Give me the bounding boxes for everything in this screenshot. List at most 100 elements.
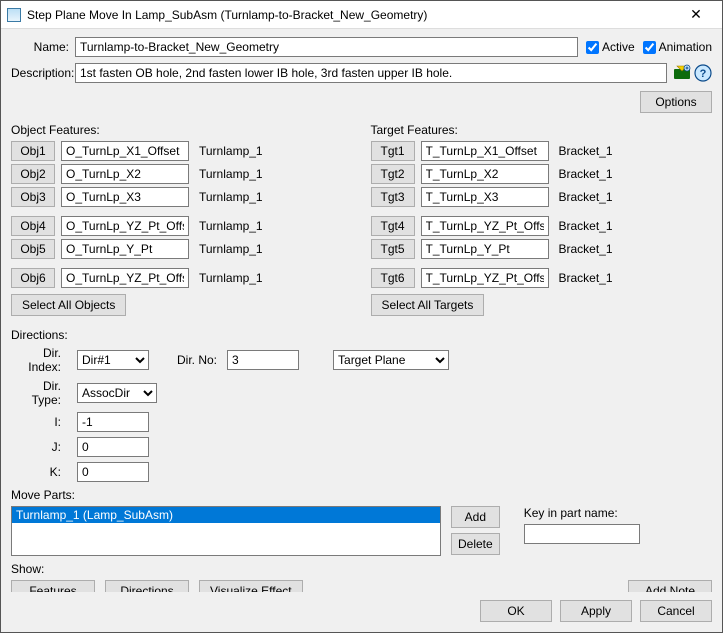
obj2-input[interactable] [61, 164, 189, 184]
dir-row-i: I: [11, 412, 712, 432]
name-input[interactable] [75, 37, 578, 57]
obj-row-3: Obj3 Turnlamp_1 [11, 187, 353, 207]
i-input[interactable] [77, 412, 149, 432]
j-input[interactable] [77, 437, 149, 457]
directions-button[interactable]: Directions [105, 580, 189, 592]
obj-row-5: Obj5 Turnlamp_1 [11, 239, 353, 259]
obj4-button[interactable]: Obj4 [11, 216, 55, 236]
list-item[interactable]: Turnlamp_1 (Lamp_SubAsm) [12, 507, 440, 523]
tgt3-extra: Bracket_1 [555, 190, 613, 204]
tgt-row-5: Tgt5 Bracket_1 [371, 239, 713, 259]
svg-text:?: ? [700, 68, 707, 80]
show-row-1: Features Directions Visualize Effect Add… [11, 580, 712, 592]
obj3-button[interactable]: Obj3 [11, 187, 55, 207]
active-checkbox[interactable]: Active [586, 40, 635, 54]
select-all-targets-button[interactable]: Select All Targets [371, 294, 485, 316]
tgt4-extra: Bracket_1 [555, 219, 613, 233]
key-in-input[interactable] [524, 524, 640, 544]
visualize-effect-button[interactable]: Visualize Effect [199, 580, 303, 592]
tgt-row-4: Tgt4 Bracket_1 [371, 216, 713, 236]
tgt6-input[interactable] [421, 268, 549, 288]
description-label: Description: [11, 66, 75, 80]
move-parts-label: Move Parts: [11, 488, 712, 502]
obj6-extra: Turnlamp_1 [195, 271, 263, 285]
help-icon[interactable]: ? [694, 64, 712, 82]
tgt4-button[interactable]: Tgt4 [371, 216, 415, 236]
cancel-button[interactable]: Cancel [640, 600, 712, 622]
description-input[interactable] [75, 63, 667, 83]
object-features-label: Object Features: [11, 123, 353, 137]
obj2-button[interactable]: Obj2 [11, 164, 55, 184]
obj6-button[interactable]: Obj6 [11, 268, 55, 288]
active-checkbox-box[interactable] [586, 41, 599, 54]
target-features-col: Target Features: Tgt1 Bracket_1 Tgt2 Bra… [371, 119, 713, 320]
move-parts-listbox[interactable]: Turnlamp_1 (Lamp_SubAsm) [11, 506, 441, 556]
tgt3-input[interactable] [421, 187, 549, 207]
dir-type-label: Dir. Type: [11, 379, 67, 407]
obj2-extra: Turnlamp_1 [195, 167, 263, 181]
key-in-label: Key in part name: [524, 506, 640, 520]
name-row: Name: Active Animation [11, 37, 712, 57]
j-label: J: [11, 440, 67, 454]
dir-index-select[interactable]: Dir#1 [77, 350, 149, 370]
obj4-extra: Turnlamp_1 [195, 219, 263, 233]
obj-row-4: Obj4 Turnlamp_1 [11, 216, 353, 236]
tgt1-extra: Bracket_1 [555, 144, 613, 158]
close-icon: ✕ [690, 6, 702, 23]
animation-checkbox-box[interactable] [643, 41, 656, 54]
obj6-input[interactable] [61, 268, 189, 288]
target-plane-select[interactable]: Target Plane [333, 350, 449, 370]
delete-button[interactable]: Delete [451, 533, 500, 555]
ok-button[interactable]: OK [480, 600, 552, 622]
tgt2-button[interactable]: Tgt2 [371, 164, 415, 184]
dir-type-select[interactable]: AssocDir [77, 383, 157, 403]
obj3-input[interactable] [61, 187, 189, 207]
obj5-input[interactable] [61, 239, 189, 259]
target-features-label: Target Features: [371, 123, 713, 137]
tgt2-extra: Bracket_1 [555, 167, 613, 181]
k-label: K: [11, 465, 67, 479]
dialog-window: Step Plane Move In Lamp_SubAsm (Turnlamp… [0, 0, 723, 633]
options-button[interactable]: Options [640, 91, 712, 113]
directions-label: Directions: [11, 328, 712, 342]
obj1-input[interactable] [61, 141, 189, 161]
move-parts-buttons: Add Delete [451, 506, 500, 556]
add-note-button[interactable]: Add Note [628, 580, 712, 592]
object-features-col: Object Features: Obj1 Turnlamp_1 Obj2 Tu… [11, 119, 353, 320]
obj1-button[interactable]: Obj1 [11, 141, 55, 161]
dir-no-input[interactable] [227, 350, 299, 370]
obj-row-6: Obj6 Turnlamp_1 [11, 268, 353, 288]
tgt1-input[interactable] [421, 141, 549, 161]
tgt6-extra: Bracket_1 [555, 271, 613, 285]
tgt4-input[interactable] [421, 216, 549, 236]
tgt1-button[interactable]: Tgt1 [371, 141, 415, 161]
obj1-extra: Turnlamp_1 [195, 144, 263, 158]
apply-button[interactable]: Apply [560, 600, 632, 622]
k-input[interactable] [77, 462, 149, 482]
active-label: Active [602, 40, 635, 54]
obj5-button[interactable]: Obj5 [11, 239, 55, 259]
tgt5-input[interactable] [421, 239, 549, 259]
dir-row-j: J: [11, 437, 712, 457]
dialog-content: Name: Active Animation Description: [1, 29, 722, 592]
tgt-row-2: Tgt2 Bracket_1 [371, 164, 713, 184]
move-parts-row: Turnlamp_1 (Lamp_SubAsm) Add Delete Key … [11, 506, 712, 556]
features-button[interactable]: Features [11, 580, 95, 592]
window-title: Step Plane Move In Lamp_SubAsm (Turnlamp… [27, 8, 674, 22]
tgt2-input[interactable] [421, 164, 549, 184]
select-all-objects-button[interactable]: Select All Objects [11, 294, 126, 316]
tgt5-button[interactable]: Tgt5 [371, 239, 415, 259]
tip-icon[interactable] [673, 64, 691, 82]
i-label: I: [11, 415, 67, 429]
close-button[interactable]: ✕ [674, 1, 718, 28]
obj5-extra: Turnlamp_1 [195, 242, 263, 256]
tgt3-button[interactable]: Tgt3 [371, 187, 415, 207]
app-icon [7, 8, 21, 22]
titlebar: Step Plane Move In Lamp_SubAsm (Turnlamp… [1, 1, 722, 29]
directions-section: Directions: Dir. Index: Dir#1 Dir. No: T… [11, 328, 712, 482]
obj4-input[interactable] [61, 216, 189, 236]
name-label: Name: [11, 40, 75, 54]
animation-checkbox[interactable]: Animation [643, 40, 712, 54]
tgt6-button[interactable]: Tgt6 [371, 268, 415, 288]
add-button[interactable]: Add [451, 506, 500, 528]
